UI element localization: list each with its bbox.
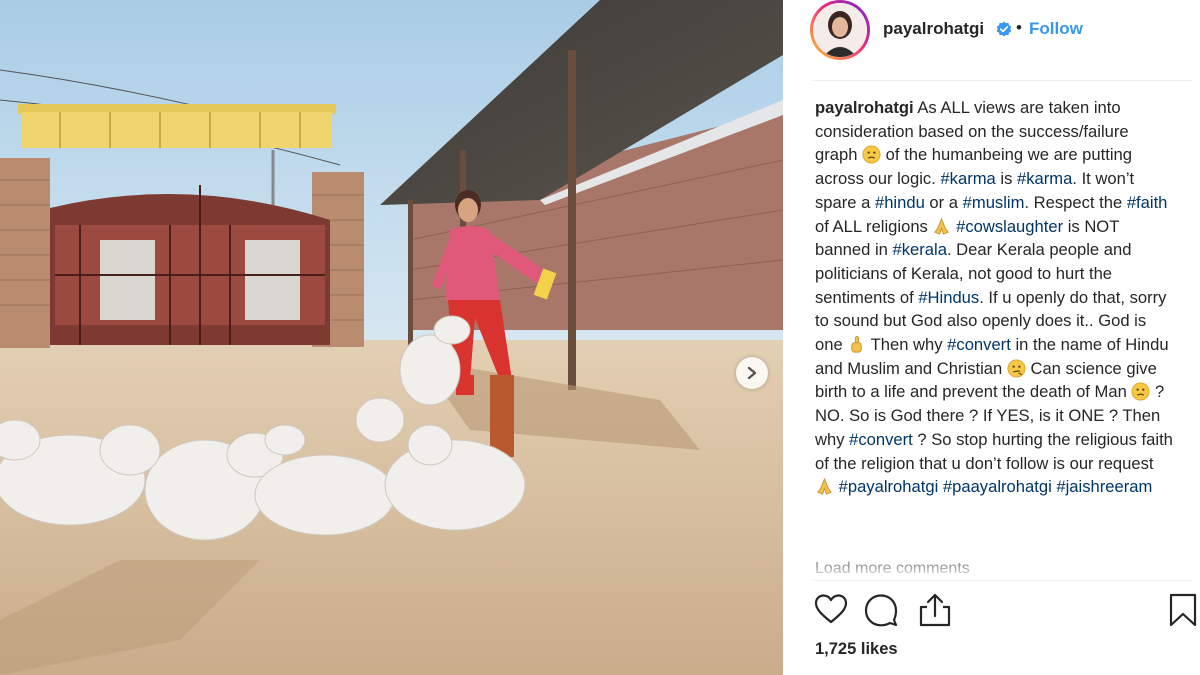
caption-text: of ALL religions [815,216,933,236]
caption-text: Then why [866,335,948,355]
comment-button[interactable] [863,592,899,628]
follow-button[interactable]: Follow [1029,19,1083,39]
slightly-frowning-emoji-icon [862,145,881,164]
action-bar [813,592,1198,628]
caption-text: is [995,169,1017,189]
hashtag-link[interactable]: #cowslaughter [956,217,1063,236]
save-button[interactable] [1165,592,1200,628]
hashtag-link[interactable]: #convert [849,430,913,449]
hashtag-link[interactable]: #convert [947,335,1011,354]
slightly-frowning-emoji-icon [1131,382,1150,401]
folded-hands-emoji-icon [817,477,832,495]
comment-icon [864,594,898,627]
hashtag-link[interactable]: #hindu [875,193,925,212]
caption-fade [813,566,1193,580]
like-button[interactable] [813,592,849,628]
share-icon [919,593,951,627]
header-divider [813,80,1193,81]
post-caption: payalrohatgi As ALL views are taken into… [815,96,1173,499]
username-link[interactable]: payalrohatgi [883,19,984,39]
bookmark-icon [1169,593,1197,627]
header-separator: • [1016,18,1022,37]
avatar-story-ring[interactable] [810,0,870,60]
share-button[interactable] [917,592,953,628]
instagram-post: payalrohatgi • Follow payalrohatgi As AL… [0,0,1200,675]
post-header: payalrohatgi • Follow [783,0,1200,60]
post-side-panel: payalrohatgi • Follow payalrohatgi As AL… [783,0,1200,675]
caption-area: payalrohatgi As ALL views are taken into… [815,96,1173,578]
caption-username-link[interactable]: payalrohatgi [815,98,914,117]
hashtag-link[interactable]: #paayalrohatgi [943,477,1052,496]
post-photo[interactable] [0,0,783,675]
avatar[interactable] [813,3,867,57]
actions-divider [813,580,1193,581]
index-pointing-up-emoji-icon [851,335,863,353]
heart-icon [814,594,848,624]
next-photo-button[interactable] [736,357,768,389]
likes-count[interactable]: 1,725 likes [815,640,898,659]
hashtag-link[interactable]: #Hindus [918,288,979,307]
folded-hands-emoji-icon [934,217,950,235]
confused-emoji-icon [1007,359,1026,378]
photo-scene [0,0,783,675]
hashtag-link[interactable]: #karma [940,169,995,188]
hashtag-link[interactable]: #muslim [963,193,1025,212]
hashtag-link[interactable]: #karma [1017,169,1072,188]
caption-text: or a [924,192,963,212]
hashtag-link[interactable]: #kerala [893,240,947,259]
hashtag-link[interactable]: #jaishreeram [1056,477,1152,496]
verified-badge-icon [996,21,1012,37]
hashtag-link[interactable]: #faith [1127,193,1168,212]
caption-text: . Respect the [1024,192,1127,212]
chevron-right-icon [747,366,757,380]
avatar-image [813,3,867,57]
hashtag-link[interactable]: #payalrohatgi [839,477,939,496]
